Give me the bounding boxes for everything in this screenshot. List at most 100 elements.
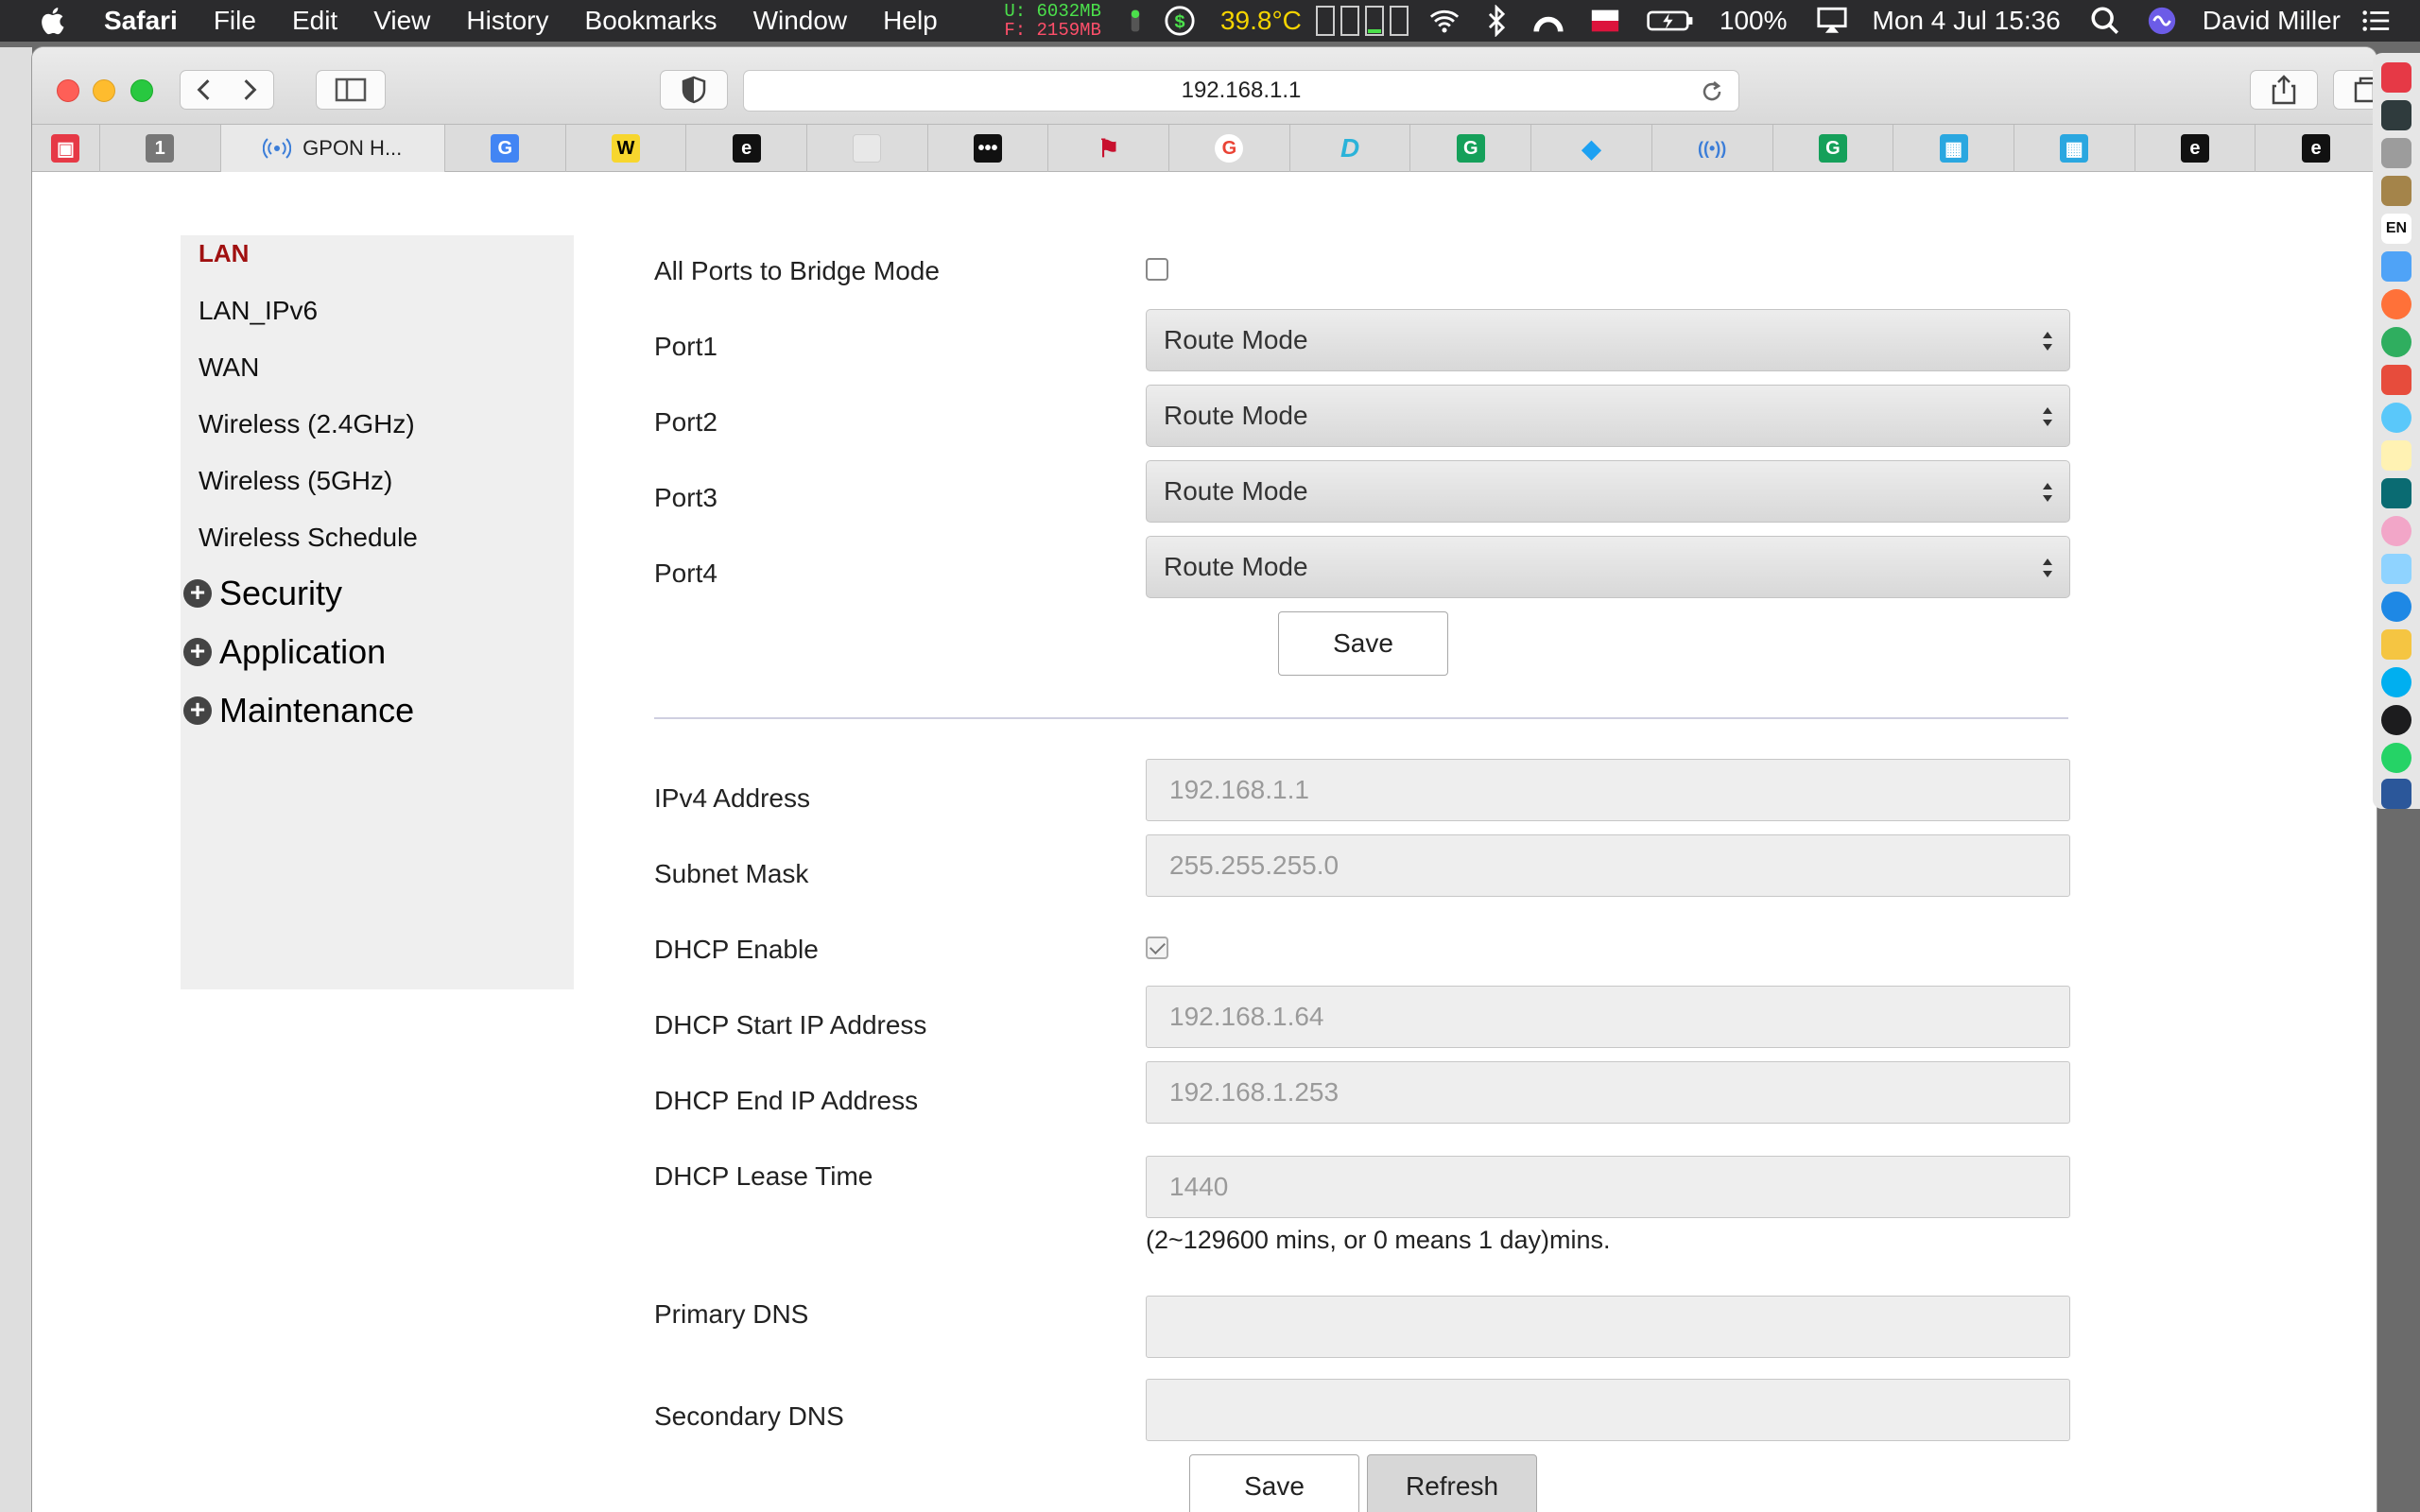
sidebar-toggle-button[interactable] [316,70,386,110]
active-tab[interactable]: GPON H... [220,125,445,172]
sidebar-item-wireless-24[interactable]: Wireless (2.4GHz) [199,409,415,439]
lan-save-button[interactable]: Save [1189,1454,1359,1512]
ports-save-button[interactable]: Save [1278,611,1448,676]
activity-monitor-icon[interactable] [2381,705,2411,735]
whatsapp-icon[interactable] [2381,743,2411,773]
clock[interactable]: Mon 4 Jul 15:36 [1873,6,2061,36]
port4-select[interactable]: Route Mode [1146,536,2070,598]
news-app-icon[interactable] [2381,478,2411,508]
share-button[interactable] [2250,70,2318,110]
wifi-icon[interactable] [1428,5,1461,37]
stickies-icon[interactable] [2381,440,2411,471]
window-zoom-button[interactable] [130,79,153,102]
back-icon[interactable] [181,71,227,109]
forward-icon[interactable] [227,71,273,109]
pinned-tab[interactable]: ▦ [1893,125,2014,172]
skype-icon[interactable] [2381,667,2411,697]
sidebar-item-lan[interactable]: LAN [199,239,249,268]
menu-edit[interactable]: Edit [292,6,337,36]
menu-file[interactable]: File [214,6,256,36]
pinned-tab[interactable]: ((•)) [1652,125,1773,172]
pinned-tab[interactable]: G [445,125,566,172]
reload-icon[interactable] [1699,78,1725,105]
pinned-tab[interactable]: G [1169,125,1290,172]
subnet-mask-input[interactable]: 255.255.255.0 [1146,834,2070,897]
leaf-icon[interactable] [1126,5,1145,37]
menu-help[interactable]: Help [883,6,938,36]
sidebar-group-security[interactable]: + Security [183,574,342,613]
photos-icon[interactable] [2381,516,2411,546]
terminal-icon[interactable] [2381,100,2411,130]
pinned-tab[interactable]: G [1410,125,1532,172]
notification-center-icon[interactable] [2360,5,2392,37]
siri-icon[interactable] [2146,5,2178,37]
dhcp-end-input[interactable]: 192.168.1.253 [1146,1061,2070,1124]
pinned-tab[interactable]: G [1773,125,1894,172]
pinned-tab[interactable]: e [2256,125,2377,172]
tripadvisor-icon[interactable] [2381,327,2411,357]
vpn-icon[interactable] [1532,5,1564,37]
pinned-tab[interactable]: e [686,125,807,172]
lease-time-input[interactable]: 1440 [1146,1156,2070,1218]
user-name[interactable]: David Miller [2203,6,2341,36]
menu-view[interactable]: View [373,6,430,36]
bridge-mode-checkbox[interactable] [1146,258,1168,281]
window-minimize-button[interactable] [93,79,115,102]
memory-monitor[interactable]: U: 6032MB F: 2159MB [1004,2,1101,40]
secondary-dns-input[interactable] [1146,1379,2070,1441]
finder-icon[interactable] [2381,251,2411,282]
sidebar-item-wireless-schedule[interactable]: Wireless Schedule [199,523,418,553]
dollar-icon[interactable]: $ [1164,5,1196,37]
bluetooth-icon[interactable] [1485,5,1508,37]
ipv4-address-input[interactable]: 192.168.1.1 [1146,759,2070,821]
word-icon[interactable] [2381,779,2411,809]
cpu-temperature[interactable]: 39.8°C [1220,6,1302,36]
pinned-tab[interactable]: ▣ [32,125,100,172]
privacy-shield-button[interactable] [660,70,728,110]
pinned-tab[interactable]: 1 [100,125,221,172]
menu-history[interactable]: History [466,6,548,36]
address-bar[interactable]: 192.168.1.1 [743,70,1739,112]
dhcp-start-input[interactable]: 192.168.1.64 [1146,986,2070,1048]
battery-icon[interactable] [1646,5,1695,37]
language-flag-icon[interactable] [1589,5,1621,37]
pinned-tab[interactable] [807,125,928,172]
menu-window[interactable]: Window [753,6,848,36]
port2-select[interactable]: Route Mode [1146,385,2070,447]
pinned-tab[interactable]: W [566,125,687,172]
battery-percent[interactable]: 100% [1720,6,1788,36]
safari-dock-icon[interactable] [2381,592,2411,622]
pinned-tab[interactable]: ••• [928,125,1049,172]
apple-menu-icon[interactable] [38,5,70,37]
script-editor-icon[interactable] [2381,629,2411,660]
calendar-icon[interactable] [2381,365,2411,395]
pinned-tab[interactable]: ◆ [1531,125,1652,172]
lan-refresh-button[interactable]: Refresh [1367,1454,1537,1512]
pinned-tab[interactable]: ⚑ [1048,125,1170,172]
sidebar-group-application[interactable]: + Application [183,632,386,672]
pinned-tab[interactable]: e [2135,125,2256,172]
spotlight-search-icon[interactable] [2089,5,2121,37]
language-input-icon[interactable]: EN [2381,214,2411,244]
pinned-tab[interactable]: ▦ [2014,125,2135,172]
messages-icon[interactable] [2381,403,2411,433]
preview-icon[interactable] [2381,138,2411,168]
sidebar-item-wan[interactable]: WAN [199,352,259,383]
port1-select[interactable]: Route Mode [1146,309,2070,371]
firefox-icon[interactable] [2381,289,2411,319]
dhcp-enable-checkbox[interactable] [1146,936,1168,959]
pinned-tab[interactable]: D [1290,125,1411,172]
sidebar-group-maintenance[interactable]: + Maintenance [183,691,414,730]
menu-app-name[interactable]: Safari [104,6,178,36]
acrobat-icon[interactable] [2381,62,2411,93]
notes-icon[interactable] [2381,176,2411,206]
cpu-gauges-icon[interactable] [1315,5,1409,37]
primary-dns-input[interactable] [1146,1296,2070,1358]
menu-bookmarks[interactable]: Bookmarks [585,6,717,36]
sidebar-item-wireless-5[interactable]: Wireless (5GHz) [199,466,392,496]
port3-select[interactable]: Route Mode [1146,460,2070,523]
sidebar-item-lan-ipv6[interactable]: LAN_IPv6 [199,296,318,326]
window-close-button[interactable] [57,79,79,102]
airplay-icon[interactable] [1816,5,1848,37]
cloud-app-icon[interactable] [2381,554,2411,584]
